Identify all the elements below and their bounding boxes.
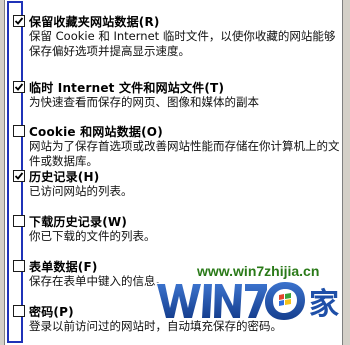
checkmark-icon xyxy=(14,17,24,25)
passwords-checkbox[interactable] xyxy=(13,305,25,317)
checkmark-icon xyxy=(14,172,24,180)
option-title: Cookie 和网站数据(O) xyxy=(29,125,163,139)
option-title: 下载历史记录(W) xyxy=(29,215,128,229)
option-title: 密码(P) xyxy=(29,305,74,319)
window-right-border xyxy=(342,0,350,345)
checkmark-icon xyxy=(14,83,24,91)
svg-text:家: 家 xyxy=(309,287,339,322)
option-description: 为快速查看而保存的网页、图像和媒体的副本 xyxy=(29,95,259,109)
option-description: 网站为了保存首选项或改善网站性能而存储在你计算机上的文件或数据库。 xyxy=(29,139,340,168)
windows-flag-icon xyxy=(279,293,291,306)
download-history-checkbox[interactable] xyxy=(13,215,25,227)
temp-internet-files-checkbox[interactable] xyxy=(13,81,25,93)
option-description: 已访问网站的列表。 xyxy=(29,184,133,198)
option-description: 保留 Cookie 和 Internet 临时文件，以使你收藏的网站能够保存偏好… xyxy=(29,29,336,58)
option-description: 你已下载的文件的列表。 xyxy=(29,229,156,243)
option-title: 临时 Internet 文件和网站文件(T) xyxy=(29,81,225,95)
preserve-favorites-checkbox[interactable] xyxy=(13,15,25,27)
history-checkbox[interactable] xyxy=(13,170,25,182)
option-title: 保留收藏夹网站数据(R) xyxy=(29,15,160,29)
option-title: 历史记录(H) xyxy=(29,170,100,184)
option-title: 表单数据(F) xyxy=(29,260,98,274)
win7-logo: 家 xyxy=(155,280,340,323)
cookies-checkbox[interactable] xyxy=(13,125,25,137)
window-left-border xyxy=(0,0,5,345)
form-data-checkbox[interactable] xyxy=(13,260,25,272)
